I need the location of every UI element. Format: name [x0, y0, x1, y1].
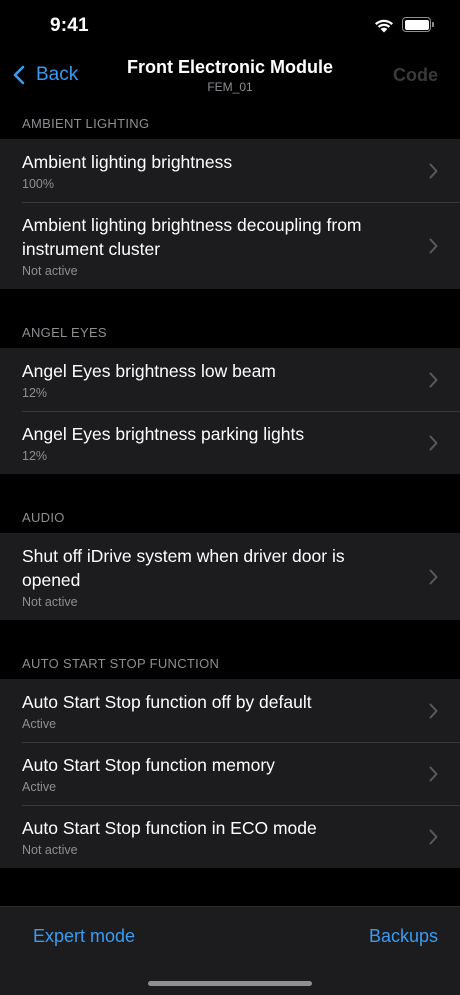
setting-title: Shut off iDrive system when driver door … [22, 546, 345, 590]
setting-value: 100% [22, 177, 54, 191]
setting-title: Auto Start Stop function in ECO mode [22, 818, 317, 838]
setting-row[interactable]: Auto Start Stop function in ECO mode Not… [0, 805, 460, 868]
code-button[interactable]: Code [393, 65, 438, 86]
chevron-right-icon [429, 766, 438, 781]
battery-cap [432, 22, 434, 27]
section-header: AMBIENT LIGHTING [22, 116, 150, 131]
section-auto-start-stop: AUTO START STOP FUNCTION Auto Start Stop… [0, 640, 460, 868]
setting-row[interactable]: Ambient lighting brightness decoupling f… [0, 202, 460, 289]
setting-value: 12% [22, 449, 48, 463]
chevron-right-icon [429, 703, 438, 718]
section-angel-eyes: ANGEL EYES Angel Eyes brightness low bea… [0, 309, 460, 474]
chevron-right-icon [429, 163, 438, 178]
setting-title: Auto Start Stop function off by default [22, 692, 312, 712]
chevron-right-icon [429, 435, 438, 450]
setting-row[interactable]: Ambient lighting brightness 100% [0, 139, 460, 202]
section-audio: AUDIO Shut off iDrive system when driver… [0, 494, 460, 620]
setting-title: Auto Start Stop function memory [22, 755, 275, 775]
chevron-right-icon [429, 238, 438, 253]
home-indicator[interactable] [148, 981, 312, 986]
setting-row[interactable]: Shut off iDrive system when driver door … [0, 533, 460, 620]
bottom-toolbar: Expert mode Backups [0, 906, 460, 995]
section-header: BATTERY [0, 888, 460, 906]
chevron-right-icon [429, 829, 438, 844]
setting-value: Not active [22, 595, 78, 609]
section-battery: BATTERY [0, 888, 460, 906]
backups-button[interactable]: Backups [369, 926, 438, 947]
wifi-icon [375, 19, 393, 33]
setting-row[interactable]: Auto Start Stop function off by default … [0, 679, 460, 742]
setting-value: Active [22, 717, 57, 731]
setting-value: 12% [22, 386, 48, 400]
section-header: AUTO START STOP FUNCTION [22, 656, 220, 671]
setting-title: Angel Eyes brightness parking lights [22, 424, 305, 444]
battery-icon [402, 17, 431, 32]
setting-value: Not active [22, 843, 78, 857]
navigation-bar: Back Front Electronic Module FEM_01 Code [0, 50, 460, 100]
setting-row[interactable]: Angel Eyes brightness low beam 12% [0, 348, 460, 411]
setting-value: Active [22, 780, 57, 794]
setting-row[interactable]: Angel Eyes brightness parking lights 12% [0, 411, 460, 474]
section-header: AUDIO [22, 510, 65, 525]
chevron-right-icon [429, 372, 438, 387]
setting-title: Angel Eyes brightness low beam [22, 361, 276, 381]
setting-row[interactable]: Auto Start Stop function memory Active [0, 742, 460, 805]
settings-list[interactable]: AMBIENT LIGHTING Ambient lighting bright… [0, 100, 460, 906]
section-ambient-lighting: AMBIENT LIGHTING Ambient lighting bright… [0, 100, 460, 289]
setting-title: Ambient lighting brightness decoupling f… [22, 215, 362, 259]
setting-value: Not active [22, 264, 78, 278]
section-header: ANGEL EYES [22, 325, 107, 340]
setting-title: Ambient lighting brightness [22, 152, 233, 172]
status-time: 9:41 [50, 15, 89, 36]
status-bar: 9:41 [0, 0, 460, 50]
page-subtitle: FEM_01 [207, 80, 253, 94]
page-title: Front Electronic Module [126, 57, 333, 77]
expert-mode-button[interactable]: Expert mode [33, 926, 135, 947]
chevron-right-icon [429, 569, 438, 584]
